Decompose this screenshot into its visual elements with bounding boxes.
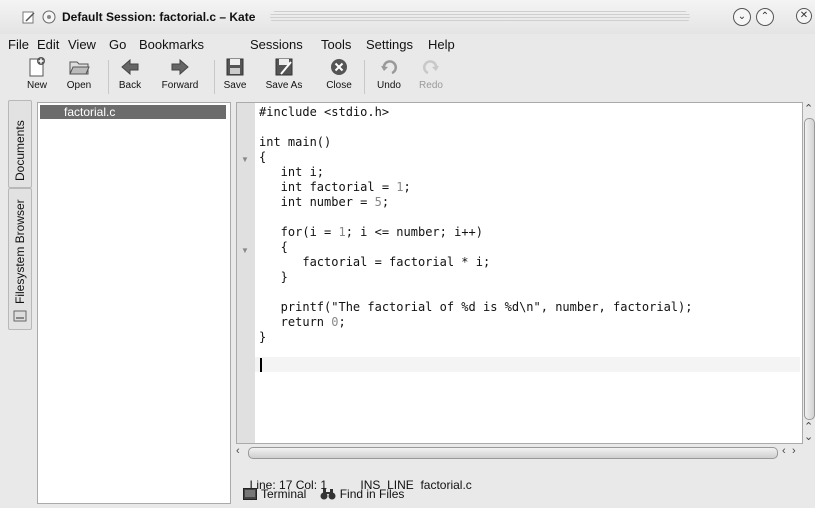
current-line-highlight <box>255 357 800 372</box>
document-list: factorial.c <box>37 102 231 504</box>
main-toolbar: New Open Back Forward Save Save As Close… <box>0 54 815 98</box>
arrow-left-icon <box>121 58 139 76</box>
menu-tools[interactable]: Tools <box>321 37 351 52</box>
code-line: printf("The factorial of %d is %d\n", nu… <box>259 300 693 314</box>
drive-icon <box>13 310 27 322</box>
tab-terminal[interactable]: Terminal <box>243 487 306 501</box>
close-document-button[interactable]: Close <box>324 54 354 98</box>
tab-terminal-label: Terminal <box>261 487 307 501</box>
code-line: return 0; <box>259 315 346 329</box>
fold-gutter: ▼ ▼ <box>237 103 255 443</box>
tab-filesystem-browser[interactable]: Filesystem Browser <box>8 188 32 330</box>
bottom-tool-tabs: Terminal Find in Files <box>243 487 414 503</box>
folder-open-icon <box>69 61 90 75</box>
menu-help[interactable]: Help <box>428 37 455 52</box>
tab-documents[interactable]: Documents <box>8 100 32 188</box>
editor-view[interactable]: ▼ ▼ #include <stdio.h> int main() { int … <box>236 102 803 444</box>
tab-documents-label: Documents <box>13 120 27 181</box>
redo-button[interactable]: Redo <box>416 54 446 98</box>
binoculars-icon <box>320 489 336 500</box>
vertical-scrollbar[interactable]: ⌃ ⌃ ⌄ <box>804 102 815 443</box>
new-button[interactable]: New <box>22 54 52 98</box>
undo-button[interactable]: Undo <box>374 54 404 98</box>
list-item[interactable]: factorial.c <box>40 105 226 119</box>
menu-edit[interactable]: Edit <box>37 37 59 52</box>
code-line: #include <stdio.h> <box>259 105 390 119</box>
code-line: int i; <box>259 165 325 179</box>
title-bar-decoration <box>270 11 690 23</box>
scroll-left-icon[interactable]: ‹ <box>782 445 786 457</box>
close-circle-icon <box>331 59 347 75</box>
fold-marker-icon[interactable]: ▼ <box>241 246 249 255</box>
scroll-up-icon[interactable]: ⌃ <box>804 102 813 115</box>
close-window-button[interactable]: ✕ <box>796 8 812 24</box>
scroll-right-icon[interactable]: › <box>792 445 796 457</box>
horizontal-scrollbar-thumb[interactable] <box>248 447 778 459</box>
code-line: { <box>259 240 288 254</box>
terminal-icon <box>243 488 257 500</box>
status-filename: factorial.c <box>420 478 472 492</box>
pin-icon[interactable] <box>42 10 56 24</box>
redo-label: Redo <box>419 80 443 91</box>
new-document-icon <box>29 57 45 77</box>
redo-icon <box>423 60 439 75</box>
menu-view[interactable]: View <box>68 37 96 52</box>
scroll-down-icon[interactable]: ⌄ <box>804 430 813 443</box>
minimize-button[interactable]: ⌄ <box>733 8 751 26</box>
fold-marker-icon[interactable]: ▼ <box>241 155 249 164</box>
save-label: Save <box>223 80 247 91</box>
title-bar: Default Session: factorial.c – Kate ⌄ ⌃ … <box>0 0 815 34</box>
code-line: factorial = factorial * i; <box>259 255 491 269</box>
undo-label: Undo <box>377 80 401 91</box>
open-label: Open <box>66 80 92 91</box>
menu-go[interactable]: Go <box>109 37 126 52</box>
code-line: int main() <box>259 135 332 149</box>
code-line: } <box>259 270 288 284</box>
menu-settings[interactable]: Settings <box>366 37 413 52</box>
kate-app-icon[interactable] <box>22 10 36 24</box>
menu-bookmarks[interactable]: Bookmarks <box>139 37 204 52</box>
code-line: int factorial = 1; <box>259 180 411 194</box>
code-line: { <box>259 150 267 164</box>
code-line: } <box>259 330 267 344</box>
save-as-button[interactable]: Save As <box>262 54 306 98</box>
menu-sessions[interactable]: Sessions <box>250 37 303 52</box>
tab-find-in-files[interactable]: Find in Files <box>320 487 405 501</box>
tab-find-label: Find in Files <box>339 487 405 501</box>
save-as-label: Save As <box>265 80 303 91</box>
toolbar-separator <box>364 60 365 94</box>
vertical-scrollbar-thumb[interactable] <box>804 118 815 420</box>
save-button[interactable]: Save <box>220 54 250 98</box>
window-title: Default Session: factorial.c – Kate <box>62 10 256 24</box>
horizontal-scrollbar[interactable]: ‹ ‹ › <box>236 445 801 460</box>
code-line: for(i = 1; i <= number; i++) <box>259 225 483 239</box>
forward-button[interactable]: Forward <box>157 54 203 98</box>
menu-bar: File Edit View Go Bookmarks Sessions Too… <box>0 34 815 54</box>
text-cursor <box>260 358 262 372</box>
toolbar-separator <box>108 60 109 94</box>
maximize-button[interactable]: ⌃ <box>756 8 774 26</box>
new-label: New <box>26 80 47 91</box>
back-label: Back <box>118 80 142 91</box>
tab-filesystem-label: Filesystem Browser <box>13 199 27 304</box>
back-button[interactable]: Back <box>115 54 145 98</box>
scroll-left-icon[interactable]: ‹ <box>236 445 240 457</box>
menu-file[interactable]: File <box>8 37 29 52</box>
side-tab-bar: Documents Filesystem Browser <box>8 98 32 508</box>
undo-icon <box>381 60 397 75</box>
close-label: Close <box>326 80 352 91</box>
code-line: int number = 5; <box>259 195 390 209</box>
open-button[interactable]: Open <box>64 54 94 98</box>
arrow-right-icon <box>171 58 189 76</box>
toolbar-separator <box>214 60 215 94</box>
forward-label: Forward <box>161 80 199 91</box>
save-as-icon <box>275 58 293 76</box>
floppy-disk-icon <box>226 58 244 76</box>
